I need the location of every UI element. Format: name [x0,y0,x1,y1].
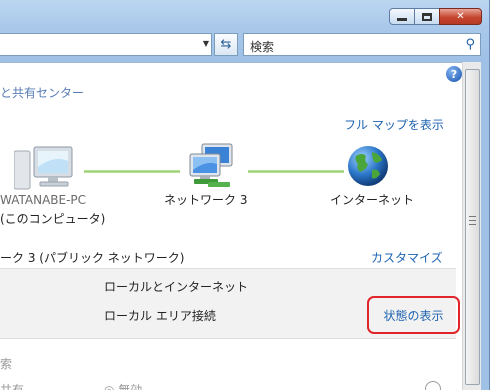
view-status-label: 状態の表示 [383,308,444,323]
vertical-scrollbar[interactable] [462,62,481,390]
customize-link[interactable]: カスタマイズ [371,249,443,266]
computer-name-label: WATANABE-PC [0,193,87,207]
search-input[interactable]: 検索 [250,38,274,55]
window-controls: ✕ [389,8,482,25]
network-icon [189,143,233,187]
network-section-title: ーク 3 (パブリック ネットワーク) [0,251,185,265]
lower-section-heading: 索 [0,357,13,371]
close-icon: ✕ [456,11,465,22]
view-status-link[interactable]: 状態の表示 [367,296,460,334]
minimize-icon [397,17,407,21]
computer-icon [14,146,73,190]
maximize-button[interactable] [414,8,440,25]
chevron-down-icon[interactable]: ▼ [203,39,209,48]
globe-icon [348,146,388,186]
lower-row-value: ◎ 無効 [104,383,143,390]
expand-toggle[interactable] [425,381,441,390]
connection-name-value: ローカル エリア接続 [104,309,216,323]
full-map-link[interactable]: フル マップを表示 [344,116,444,133]
computer-sub-label: (このコンピュータ) [0,212,106,226]
grip-icon [469,216,476,225]
refresh-button[interactable]: ⇆ [214,33,238,56]
access-type-value: ローカルとインターネット [104,280,249,294]
connection-line-1 [84,170,180,173]
maximize-icon [422,12,432,21]
internet-label: インターネット [330,193,415,207]
close-button[interactable]: ✕ [439,8,482,25]
address-bar[interactable]: ▼ [0,33,212,56]
minimize-button[interactable] [389,8,415,25]
search-box[interactable]: 検索 ⚲ [243,33,481,56]
search-icon[interactable]: ⚲ [465,37,475,52]
page-title: と共有センター [0,86,85,100]
refresh-icon: ⇆ [220,37,232,52]
lower-row-label: 共有 [0,383,25,390]
network-name-label: ネットワーク 3 [164,193,248,207]
help-icon[interactable]: ? [446,66,462,82]
connection-line-2 [248,170,344,173]
scrollbar-thumb[interactable] [465,69,480,385]
